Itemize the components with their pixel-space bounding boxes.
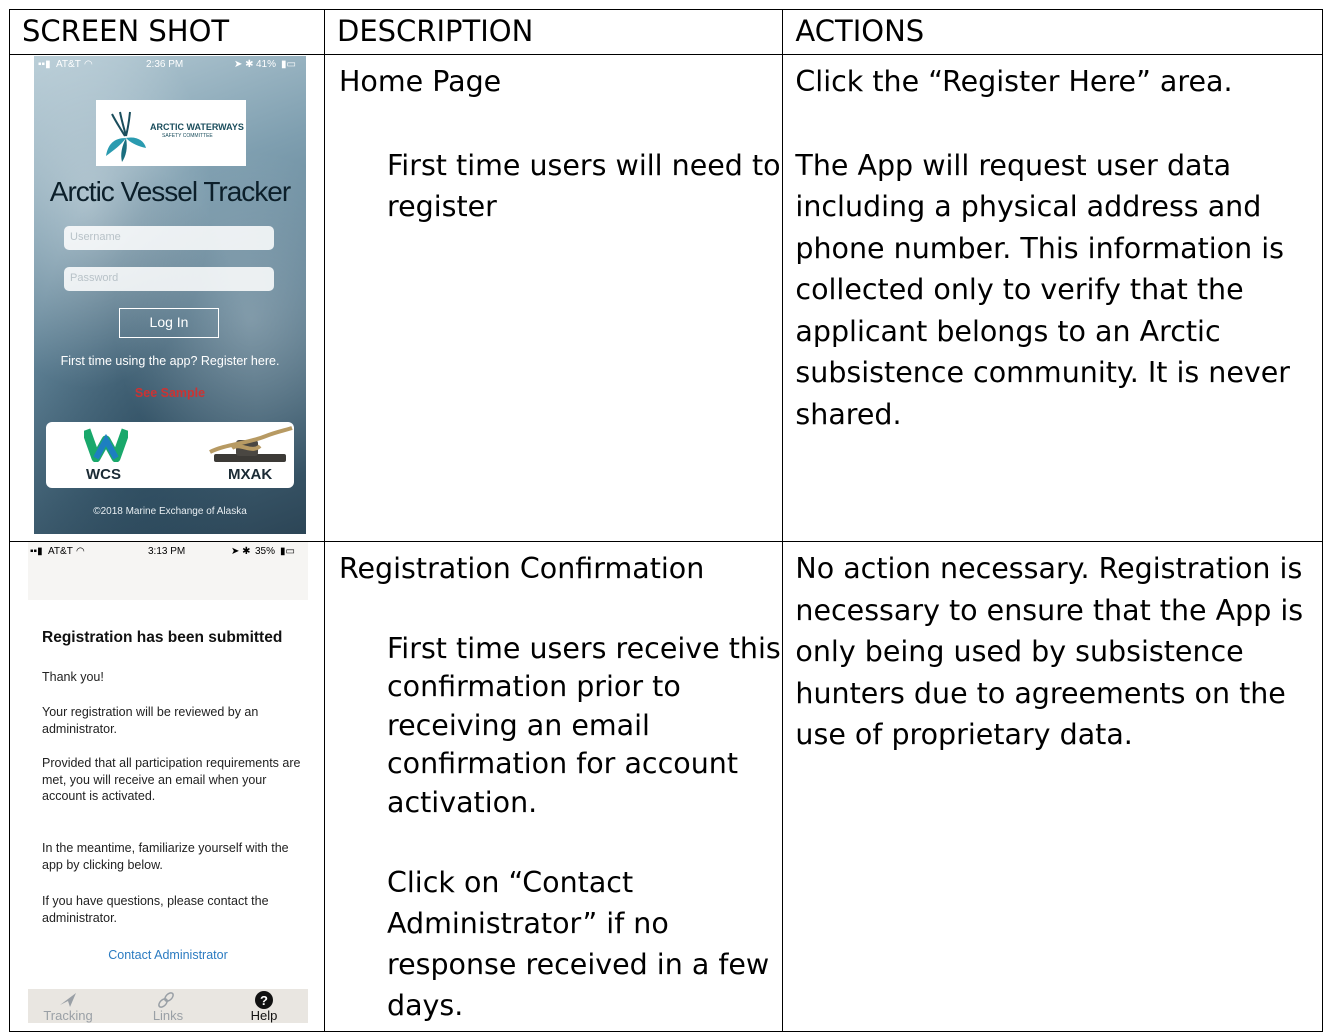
description-cell: Registration Confirmation First time use…: [323, 541, 784, 1032]
wifi-icon: ◠: [76, 546, 85, 557]
home-page-screenshot: ▪▪▮ AT&T ◠ 2:36 PM ➤ ✱ 41% ▮▭ ARCTIC WAT…: [34, 56, 306, 534]
actions-detail: The App will request user data including…: [795, 148, 1291, 431]
battery-icon: ▮▭: [280, 546, 295, 557]
logo-title: ARCTIC WATERWAYS: [150, 122, 244, 132]
wcs-logo-icon: [84, 428, 128, 462]
status-bar: ▪▪▮ AT&T ◠ 2:36 PM ➤ ✱ 41% ▮▭: [34, 56, 306, 74]
location-bluetooth-icon: ➤ ✱: [234, 59, 254, 70]
familiarize-text: In the meantime, familiarize yourself wi…: [42, 841, 289, 872]
description-cell: Home Page First time users will need to …: [323, 54, 784, 542]
table-row: ▪▪▮ AT&T ◠ 2:36 PM ➤ ✱ 41% ▮▭ ARCTIC WAT…: [9, 54, 1323, 542]
description-title: Registration Confirmation: [338, 552, 705, 585]
thanks-text: Thank you!: [42, 670, 104, 684]
description-title: Home Page: [338, 65, 502, 98]
mxak-label: MXAK: [228, 466, 273, 483]
battery-icon: ▮▭: [281, 59, 296, 70]
actions-instruction: Click the “Register Here” area.: [795, 65, 1233, 98]
wcs-label: WCS: [86, 466, 121, 483]
see-sample-link[interactable]: See Sample: [34, 386, 306, 400]
carrier-label: AT&T: [48, 546, 73, 557]
review-text: Your registration will be reviewed by an…: [42, 705, 259, 736]
description-contact-note: Click on “Contact Administrator” if no r…: [386, 866, 770, 1022]
screenshot-cell: ▪▪▮ AT&T ◠ 2:36 PM ➤ ✱ 41% ▮▭ ARCTIC WAT…: [9, 54, 325, 542]
actions-cell: No action necessary. Registration is nec…: [782, 541, 1323, 1032]
header-screenshot: SCREEN SHOT: [9, 9, 325, 55]
location-bluetooth-icon: ➤ ✱: [231, 546, 251, 557]
carrier-label: AT&T: [56, 59, 81, 70]
actions-cell: Click the “Register Here” area. The App …: [782, 54, 1323, 542]
battery-label: 35%: [255, 546, 276, 557]
signal-icon: ▪▪▮: [38, 59, 51, 70]
actions-detail: No action necessary. Registration is nec…: [795, 552, 1304, 751]
bollard-rope-icon: [209, 426, 293, 462]
svg-text:?: ?: [260, 993, 268, 1008]
tracking-icon: [60, 993, 76, 1007]
header-description: DESCRIPTION: [323, 9, 784, 55]
arctic-waterways-logo: ARCTIC WATERWAYS SAFETY COMMITTEE: [96, 100, 246, 166]
status-bar: ▪▪▮ AT&T ◠ 3:13 PM ➤ ✱ 35% ▮▭: [28, 542, 308, 600]
registration-screenshot: ▪▪▮ AT&T ◠ 3:13 PM ➤ ✱ 35% ▮▭ Registrati…: [28, 542, 308, 1023]
login-button[interactable]: Log In: [119, 308, 219, 338]
wifi-icon: ◠: [84, 59, 93, 70]
register-link[interactable]: First time using the app? Register here.: [34, 354, 306, 368]
help-icon: ?: [255, 991, 273, 1009]
instruction-table: SCREEN SHOT DESCRIPTION ACTIONS ▪▪▮ AT&T…: [9, 9, 1323, 1032]
header-row: SCREEN SHOT DESCRIPTION ACTIONS: [9, 9, 1323, 55]
propeller-icon: [106, 111, 146, 162]
logo-subtitle: SAFETY COMMITTEE: [162, 133, 213, 139]
description-body: First time users receive this confirmati…: [386, 631, 781, 819]
requirements-text: Provided that all participation requirem…: [42, 756, 301, 803]
clock-label: 2:36 PM: [146, 59, 184, 70]
signal-icon: ▪▪▮: [30, 546, 43, 557]
questions-text: If you have questions, please contact th…: [42, 894, 269, 925]
tab-bar: Tracking Links ? Help: [28, 989, 308, 1023]
screenshot-cell: ▪▪▮ AT&T ◠ 3:13 PM ➤ ✱ 35% ▮▭ Registrati…: [9, 541, 325, 1032]
sponsor-panel: WCS MXAK: [46, 422, 294, 488]
description-body: First time users will need to register: [386, 148, 781, 224]
header-actions: ACTIONS: [782, 9, 1323, 55]
copyright-text: ©2018 Marine Exchange of Alaska: [93, 506, 247, 517]
contact-administrator-link[interactable]: Contact Administrator: [28, 948, 308, 962]
table-row: ▪▪▮ AT&T ◠ 3:13 PM ➤ ✱ 35% ▮▭ Registrati…: [9, 541, 1323, 1032]
password-input[interactable]: Password: [64, 267, 274, 291]
clock-label: 3:13 PM: [148, 546, 186, 557]
link-icon: [158, 992, 174, 1008]
confirmation-heading: Registration has been submitted: [42, 629, 283, 646]
battery-label: 41%: [256, 59, 277, 70]
username-input[interactable]: Username: [64, 226, 274, 250]
app-title: Arctic Vessel Tracker: [49, 176, 291, 207]
